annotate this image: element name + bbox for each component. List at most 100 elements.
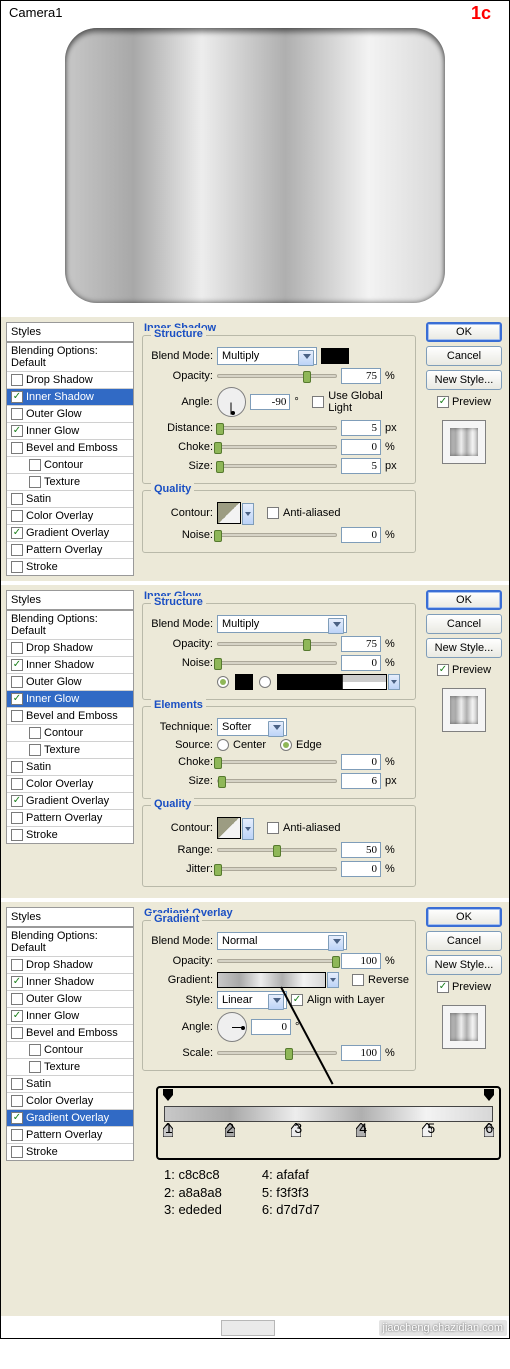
checkbox-icon[interactable] [11,544,23,556]
new-style-button[interactable]: New Style... [426,955,502,975]
new-style-button[interactable]: New Style... [426,370,502,390]
angle-dial[interactable] [217,387,247,417]
noise-input[interactable] [341,655,381,671]
checkbox-icon[interactable] [11,527,23,539]
opacity-input[interactable] [341,368,381,384]
checkbox-icon[interactable] [11,374,23,386]
blending-options-row[interactable]: Blending Options: Default [7,343,133,371]
new-style-button[interactable]: New Style... [426,638,502,658]
style-contour[interactable]: Contour [7,724,133,741]
choke-slider[interactable] [217,445,337,449]
blend-mode-select[interactable]: Multiply [217,615,347,633]
opacity-slider[interactable] [217,374,337,378]
style-pattern-overlay[interactable]: Pattern Overlay [7,1126,133,1143]
glow-color-radio[interactable] [217,676,229,688]
gradient-swatch[interactable] [217,972,326,988]
style-outer-glow[interactable]: Outer Glow [7,673,133,690]
style-texture[interactable]: Texture [7,1058,133,1075]
checkbox-icon[interactable] [11,442,23,454]
checkbox-icon[interactable] [11,561,23,573]
checkbox-icon[interactable] [11,510,23,522]
ok-button[interactable]: OK [426,590,502,610]
checkbox-icon[interactable] [29,476,41,488]
style-gradient-overlay[interactable]: Gradient Overlay [7,1109,133,1126]
opacity-input[interactable] [341,953,381,969]
opacity-slider[interactable] [217,642,337,646]
style-bevel[interactable]: Bevel and Emboss [7,439,133,456]
style-inner-shadow[interactable]: Inner Shadow [7,973,133,990]
scale-slider[interactable] [217,1051,337,1055]
ok-button[interactable]: OK [426,322,502,342]
choke-slider[interactable] [217,760,337,764]
choke-input[interactable] [341,754,381,770]
range-input[interactable] [341,842,381,858]
noise-slider[interactable] [217,533,337,537]
angle-dial[interactable] [217,1012,247,1042]
checkbox-icon[interactable] [11,408,23,420]
style-stroke[interactable]: Stroke [7,826,133,843]
style-texture[interactable]: Texture [7,473,133,490]
checkbox-icon[interactable] [11,425,23,437]
glow-gradient-radio[interactable] [259,676,271,688]
blend-mode-select[interactable]: Normal [217,932,347,950]
jitter-slider[interactable] [217,867,337,871]
blending-options-row[interactable]: Blending Options: Default [7,611,133,639]
style-satin[interactable]: Satin [7,490,133,507]
gradient-bar[interactable] [164,1106,493,1122]
style-color-overlay[interactable]: Color Overlay [7,507,133,524]
opacity-input[interactable] [341,636,381,652]
noise-slider[interactable] [217,661,337,665]
contour-picker[interactable] [217,502,241,524]
distance-input[interactable] [341,420,381,436]
style-inner-shadow[interactable]: Inner Shadow [7,656,133,673]
gradient-style-select[interactable]: Linear [217,991,287,1009]
align-with-layer-checkbox[interactable] [291,994,303,1006]
size-slider[interactable] [217,464,337,468]
ok-button[interactable]: OK [426,907,502,927]
cancel-button[interactable]: Cancel [426,346,502,366]
style-inner-shadow[interactable]: Inner Shadow [7,388,133,405]
glow-gradient-swatch[interactable] [277,674,387,690]
size-input[interactable] [341,458,381,474]
style-inner-glow[interactable]: Inner Glow [7,690,133,707]
style-contour[interactable]: Contour [7,1041,133,1058]
style-gradient-overlay[interactable]: Gradient Overlay [7,524,133,541]
anti-aliased-checkbox[interactable] [267,822,279,834]
preview-checkbox[interactable] [437,664,449,676]
style-satin[interactable]: Satin [7,758,133,775]
glow-color-swatch[interactable] [235,674,253,690]
use-global-light-checkbox[interactable] [312,396,324,408]
size-slider[interactable] [217,779,337,783]
contour-picker[interactable] [217,817,241,839]
style-contour[interactable]: Contour [7,456,133,473]
checkbox-icon[interactable] [11,391,23,403]
style-outer-glow[interactable]: Outer Glow [7,405,133,422]
scale-input[interactable] [341,1045,381,1061]
cancel-button[interactable]: Cancel [426,614,502,634]
style-inner-glow[interactable]: Inner Glow [7,1007,133,1024]
style-gradient-overlay[interactable]: Gradient Overlay [7,792,133,809]
style-bevel[interactable]: Bevel and Emboss [7,1024,133,1041]
style-color-overlay[interactable]: Color Overlay [7,775,133,792]
noise-input[interactable] [341,527,381,543]
size-input[interactable] [341,773,381,789]
preview-checkbox[interactable] [437,396,449,408]
style-pattern-overlay[interactable]: Pattern Overlay [7,541,133,558]
style-inner-glow[interactable]: Inner Glow [7,422,133,439]
style-drop-shadow[interactable]: Drop Shadow [7,639,133,656]
choke-input[interactable] [341,439,381,455]
style-outer-glow[interactable]: Outer Glow [7,990,133,1007]
style-texture[interactable]: Texture [7,741,133,758]
checkbox-icon[interactable] [29,459,41,471]
source-edge-radio[interactable] [280,739,292,751]
technique-select[interactable]: Softer [217,718,287,736]
blending-options-row[interactable]: Blending Options: Default [7,928,133,956]
opacity-stop-icon[interactable] [163,1095,173,1107]
checkbox-icon[interactable] [11,493,23,505]
cancel-button[interactable]: Cancel [426,931,502,951]
shadow-color-swatch[interactable] [321,348,349,364]
style-color-overlay[interactable]: Color Overlay [7,1092,133,1109]
style-stroke[interactable]: Stroke [7,558,133,575]
opacity-slider[interactable] [217,959,337,963]
angle-input[interactable] [251,1019,291,1035]
